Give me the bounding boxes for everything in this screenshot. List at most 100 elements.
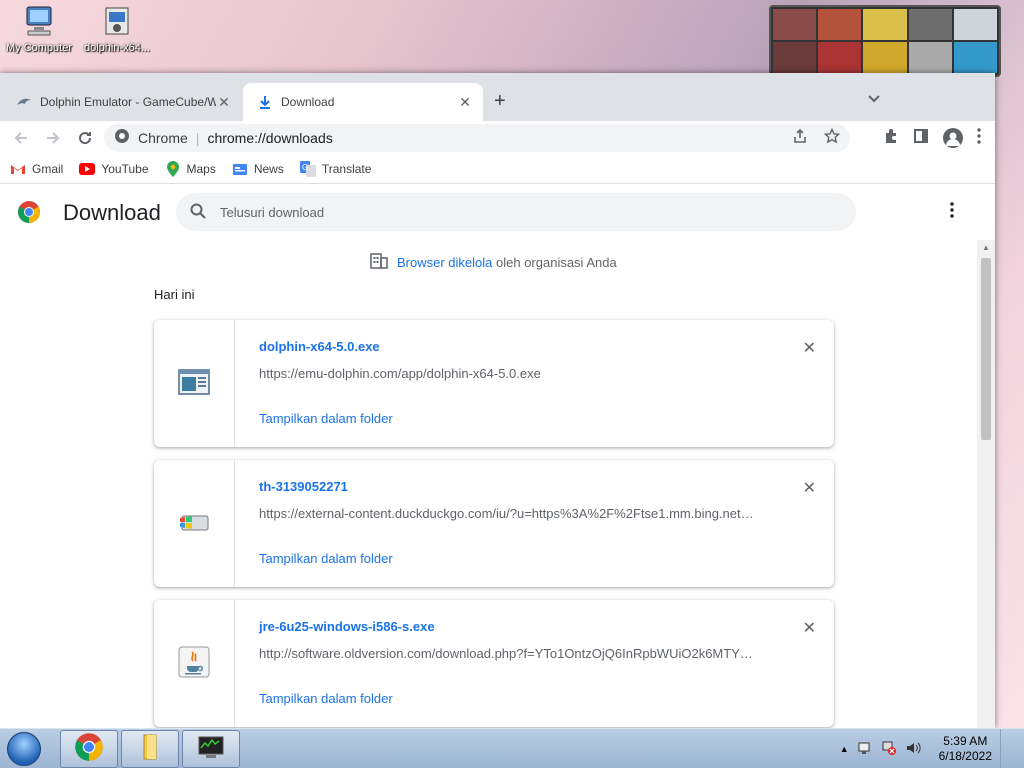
remove-download-icon[interactable]: ✕ — [803, 618, 816, 638]
installer-icon — [100, 4, 134, 38]
download-filename-link[interactable]: dolphin-x64-5.0.exe — [259, 339, 834, 354]
taskbar: ▲ 5:39 AM 6/18/2022 — [0, 728, 1024, 768]
exe-window-icon — [178, 368, 210, 399]
new-tab-button[interactable]: + — [494, 90, 506, 113]
omnibox-separator: | — [195, 129, 200, 146]
extensions-puzzle-icon[interactable] — [883, 128, 899, 147]
download-url[interactable]: https://external-content.duckduckgo.com/… — [259, 506, 759, 521]
reload-button[interactable] — [72, 125, 98, 151]
svg-text:G: G — [302, 163, 308, 172]
downloads-search[interactable] — [176, 193, 856, 231]
tab-strip: Dolphin Emulator - GameCube/W ✕ Download… — [0, 73, 995, 121]
file-icon-column — [154, 460, 235, 587]
bookmark-label: News — [253, 161, 284, 176]
omnibox-actions — [792, 127, 841, 147]
taskbar-explorer[interactable] — [121, 729, 179, 768]
download-filename-link[interactable]: th-3139052271 — [259, 479, 834, 494]
monitor-app-icon — [196, 732, 226, 765]
bookmark-star-icon[interactable] — [823, 127, 841, 147]
desktop-icon-dolphin-installer[interactable]: dolphin-x64... — [78, 4, 156, 54]
tab-dolphin-emulator[interactable]: Dolphin Emulator - GameCube/W ✕ — [2, 83, 242, 121]
address-bar[interactable]: Chrome | chrome://downloads — [104, 123, 850, 152]
bookmark-maps[interactable]: Maps — [165, 160, 216, 177]
omnibox-url[interactable]: chrome://downloads — [207, 130, 332, 146]
download-item: jre-6u25-windows-i586-s.exe http://softw… — [154, 600, 834, 727]
show-in-folder-link[interactable]: Tampilkan dalam folder — [259, 691, 393, 706]
computer-icon — [22, 4, 56, 38]
page-title: Download — [63, 200, 161, 225]
tab-downloads[interactable]: Download ✕ — [243, 83, 483, 121]
toolbar: Chrome | chrome://downloads — [0, 121, 995, 154]
java-icon — [178, 646, 210, 681]
managed-text: Browser dikelola oleh organisasi Anda — [397, 255, 617, 270]
show-in-folder-link[interactable]: Tampilkan dalam folder — [259, 411, 393, 426]
side-panel-icon[interactable] — [913, 128, 929, 147]
bookmark-youtube[interactable]: YouTube — [79, 162, 149, 176]
desktop-icon-label: dolphin-x64... — [83, 42, 151, 54]
folder-icon — [135, 732, 165, 765]
file-icon-column — [154, 600, 235, 727]
taskbar-chrome[interactable] — [60, 729, 118, 768]
bookmarks-bar: Gmail YouTube Maps News G Translate — [0, 154, 995, 184]
search-icon — [190, 203, 206, 222]
omnibox-origin: Chrome — [138, 129, 188, 146]
volume-icon[interactable] — [905, 740, 921, 759]
show-desktop-button[interactable] — [1000, 729, 1014, 768]
managed-notice: Browser dikelola oleh organisasi Anda — [370, 253, 617, 272]
downloads-header: Download — [0, 184, 995, 240]
bookmark-label: Translate — [321, 161, 372, 176]
managed-suffix: oleh organisasi Anda — [496, 255, 617, 270]
tab-title: Dolphin Emulator - GameCube/W — [40, 95, 216, 109]
share-icon[interactable] — [792, 128, 808, 147]
action-center-flag-icon[interactable] — [857, 740, 873, 759]
remove-download-icon[interactable]: ✕ — [803, 478, 816, 498]
download-filename-link[interactable]: jre-6u25-windows-i586-s.exe — [259, 619, 834, 634]
downloads-more-icon[interactable] — [950, 202, 954, 223]
scrollbar-thumb[interactable] — [981, 258, 991, 440]
show-in-folder-link[interactable]: Tampilkan dalam folder — [259, 551, 393, 566]
windows-image-icon — [178, 510, 210, 537]
vertical-scrollbar[interactable]: ▲ — [977, 240, 995, 728]
download-url[interactable]: https://emu-dolphin.com/app/dolphin-x64-… — [259, 366, 759, 381]
clock-time: 5:39 AM — [943, 734, 988, 748]
downloads-list: Browser dikelola oleh organisasi Anda Ha… — [0, 240, 977, 728]
bookmark-translate[interactable]: G Translate — [299, 160, 372, 177]
tab-title: Download — [281, 95, 335, 109]
tab-search-chevron-icon[interactable] — [868, 91, 880, 106]
bookmark-gmail[interactable]: Gmail — [10, 162, 63, 176]
taskbar-clock[interactable]: 5:39 AM 6/18/2022 — [939, 734, 992, 764]
maps-icon — [165, 160, 181, 177]
remove-download-icon[interactable]: ✕ — [803, 338, 816, 358]
download-details: th-3139052271 https://external-content.d… — [235, 460, 834, 587]
download-icon — [257, 94, 273, 110]
back-button[interactable] — [8, 125, 34, 151]
download-url[interactable]: http://software.oldversion.com/download.… — [259, 646, 759, 661]
taskbar-app[interactable] — [182, 729, 240, 768]
start-button[interactable] — [0, 729, 48, 768]
managed-link[interactable]: Browser dikelola — [397, 255, 492, 270]
scroll-up-arrow-icon[interactable]: ▲ — [977, 240, 995, 256]
close-tab-icon[interactable]: ✕ — [216, 94, 232, 111]
forward-button[interactable] — [40, 125, 66, 151]
network-error-icon[interactable] — [881, 740, 897, 759]
clock-date: 6/18/2022 — [938, 749, 992, 763]
download-details: dolphin-x64-5.0.exe https://emu-dolphin.… — [235, 320, 834, 447]
chrome-window: ▬ □ ✕ Dolphin Emulator - GameCube/W ✕ Do… — [0, 73, 995, 728]
search-input[interactable] — [220, 204, 820, 220]
desktop-icon-my-computer[interactable]: My Computer — [0, 4, 78, 54]
close-tab-icon[interactable]: ✕ — [457, 94, 473, 111]
toolbar-right — [883, 127, 981, 148]
tray-expand-icon[interactable]: ▲ — [840, 744, 849, 754]
desktop-icon-label: My Computer — [5, 42, 73, 54]
download-details: jre-6u25-windows-i586-s.exe http://softw… — [235, 600, 834, 727]
date-section-label: Hari ini — [154, 287, 195, 302]
download-item: th-3139052271 https://external-content.d… — [154, 460, 834, 587]
download-item: dolphin-x64-5.0.exe https://emu-dolphin.… — [154, 320, 834, 447]
desktop-gadget — [769, 5, 1001, 77]
chrome-logo-icon — [17, 200, 41, 227]
system-tray: ▲ 5:39 AM 6/18/2022 — [840, 729, 1024, 768]
bookmark-news[interactable]: News — [232, 162, 284, 176]
windows-orb-icon — [7, 731, 41, 766]
profile-avatar-icon[interactable] — [943, 127, 963, 148]
chrome-menu-kebab-icon[interactable] — [977, 128, 981, 147]
